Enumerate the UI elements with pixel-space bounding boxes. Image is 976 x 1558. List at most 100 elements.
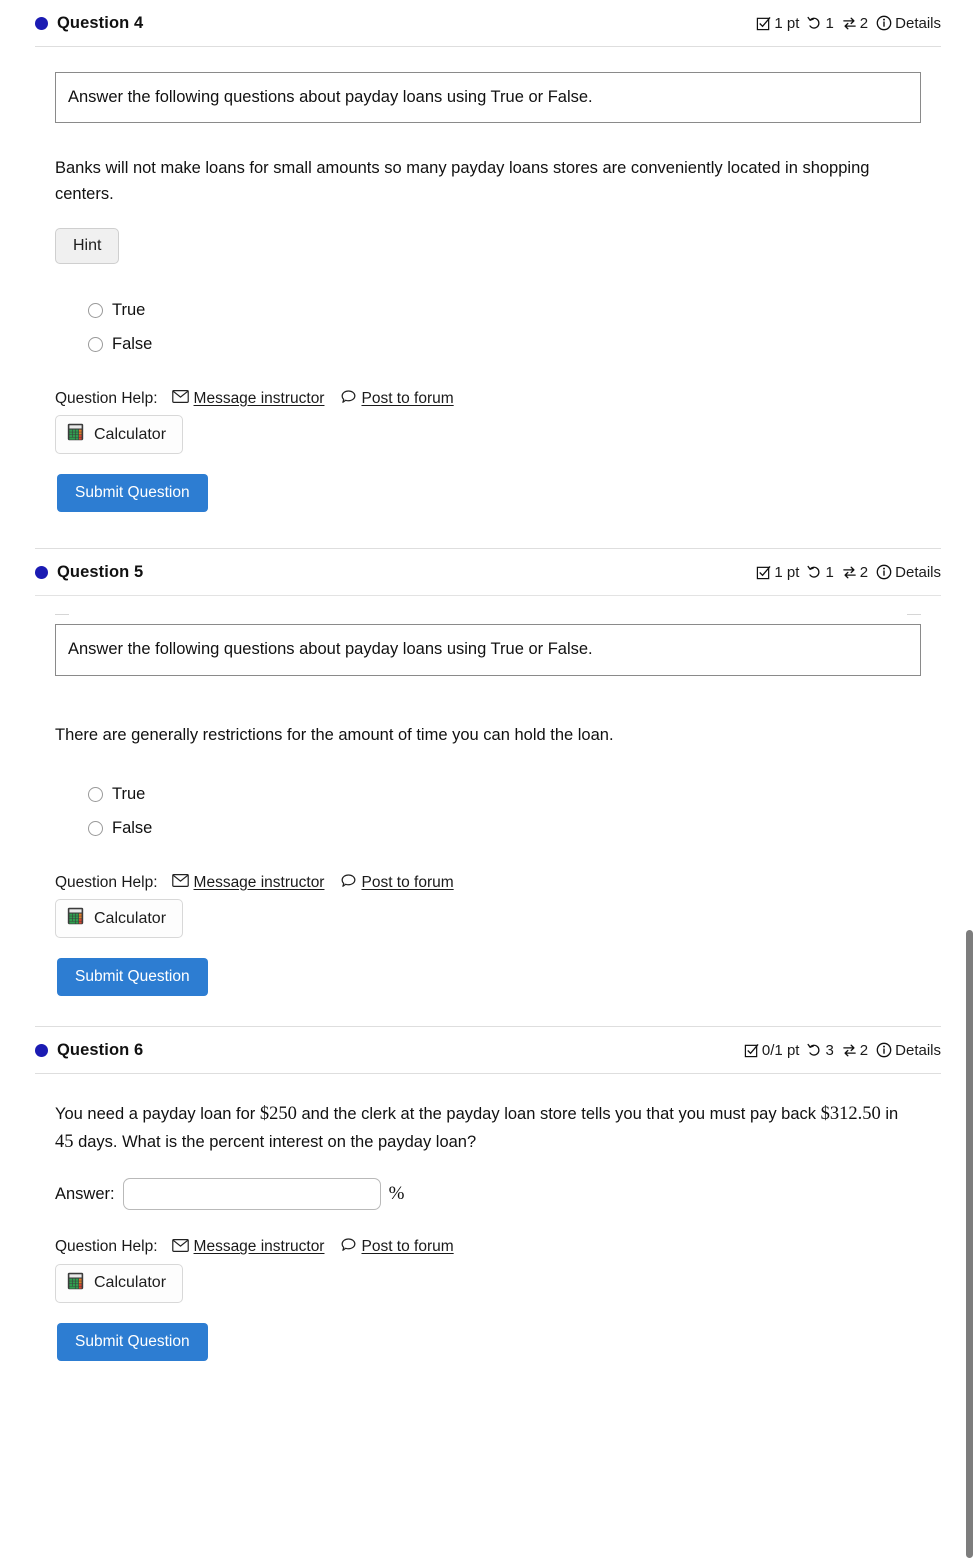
question-body-6: You need a payday loan for $250 and the … [0, 1100, 976, 1361]
post-to-forum-label: Post to forum [361, 1238, 454, 1256]
undo-arrow-icon [807, 1043, 822, 1058]
calculator-button[interactable]: Calculator [55, 899, 184, 939]
message-instructor-link[interactable]: Message instructor [171, 873, 325, 891]
choice-false[interactable]: False [88, 328, 941, 362]
calculator-icon [67, 423, 84, 446]
hint-button[interactable]: Hint [55, 227, 120, 264]
question-stem: You need a payday loan for $250 and the … [55, 1100, 915, 1156]
envelope-icon [171, 1238, 189, 1256]
message-instructor-link[interactable]: Message instructor [171, 389, 325, 407]
versions-meta: 2 [842, 1042, 868, 1059]
speech-bubble-icon [341, 1238, 356, 1256]
info-circle-icon [876, 564, 892, 580]
calculator-label: Calculator [94, 909, 167, 927]
attempts-meta: 1 [807, 563, 834, 581]
info-circle-icon [876, 1042, 892, 1058]
versions-value: 2 [859, 1041, 869, 1059]
post-to-forum-label: Post to forum [361, 873, 454, 891]
message-instructor-label: Message instructor [193, 1238, 325, 1256]
calculator-icon [67, 1272, 84, 1295]
question-body-4: Answer the following questions about pay… [0, 72, 976, 513]
details-label: Details [895, 1041, 941, 1059]
calculator-label: Calculator [94, 1274, 167, 1292]
question-help-row: Question Help: Message instructor Post t… [55, 390, 941, 408]
message-instructor-link[interactable]: Message instructor [171, 1238, 325, 1256]
points-meta: 1 pt [756, 15, 799, 32]
question-status-bullet-icon [35, 1043, 48, 1057]
answer-label: Answer: [55, 1184, 115, 1203]
percent-symbol: % [388, 1183, 405, 1205]
choice-false[interactable]: False [88, 812, 941, 846]
scrollbar-thumb[interactable] [966, 930, 973, 1558]
points-meta: 0/1 pt [744, 1042, 799, 1059]
question-title-group-4: Question 4 [35, 14, 143, 33]
math-value: $250 [259, 1104, 297, 1125]
question-meta-5: 1 pt 1 2 Details [756, 564, 941, 581]
attempts-meta: 3 [807, 1041, 834, 1059]
instruction-box: Answer the following questions about pay… [55, 624, 921, 676]
question-divider [35, 1073, 941, 1075]
question-title-group-5: Question 5 [35, 563, 143, 582]
question-title: Question 4 [57, 13, 144, 32]
math-value: 45 [55, 1132, 74, 1153]
quiz-page: Question 4 1 pt 1 2 Details Answer the f… [0, 0, 976, 1558]
stem-text: days. What is the percent interest on th… [73, 1133, 477, 1152]
question-header-4: Question 4 1 pt 1 2 Details [0, 0, 976, 46]
choice-true[interactable]: True [88, 778, 941, 812]
radio-true[interactable] [88, 303, 103, 319]
details-label: Details [895, 563, 941, 581]
radio-false[interactable] [88, 337, 103, 353]
attempts-meta: 1 [807, 14, 834, 32]
attempts-value: 1 [825, 563, 834, 581]
attempts-value: 1 [825, 14, 834, 32]
stem-text: You need a payday loan for [55, 1105, 260, 1124]
info-circle-icon [876, 15, 892, 31]
question-help-label: Question Help: [55, 1238, 158, 1256]
question-meta-6: 0/1 pt 3 2 Details [744, 1042, 941, 1059]
details-link[interactable]: Details [876, 564, 941, 581]
submit-question-button[interactable]: Submit Question [57, 958, 208, 997]
choice-true-label: True [112, 301, 146, 320]
message-instructor-label: Message instructor [193, 389, 325, 407]
answer-choices-4: True False [55, 294, 941, 362]
answer-row: Answer: % [55, 1178, 941, 1211]
question-title: Question 6 [57, 1040, 144, 1059]
post-to-forum-link[interactable]: Post to forum [341, 390, 454, 408]
check-square-icon [744, 1043, 759, 1058]
calculator-button[interactable]: Calculator [55, 415, 184, 455]
calculator-button[interactable]: Calculator [55, 1263, 184, 1303]
radio-true[interactable] [88, 787, 103, 803]
check-square-icon [756, 565, 771, 580]
message-instructor-label: Message instructor [193, 873, 325, 891]
question-header-5: Question 5 1 pt 1 2 Details [0, 549, 976, 595]
choice-true[interactable]: True [88, 294, 941, 328]
answer-input[interactable] [122, 1178, 381, 1211]
points-value: 1 pt [774, 14, 800, 32]
points-value: 1 pt [774, 563, 800, 581]
points-meta: 1 pt [756, 564, 799, 581]
swap-arrows-icon [842, 16, 857, 31]
question-help-row: Question Help: Message instructor Post t… [55, 1238, 941, 1256]
post-to-forum-link[interactable]: Post to forum [341, 873, 454, 892]
submit-question-button[interactable]: Submit Question [57, 474, 208, 513]
question-help-row: Question Help: Message instructor Post t… [55, 874, 941, 892]
stem-text: and the clerk at the payday loan store t… [296, 1105, 821, 1124]
details-label: Details [895, 14, 941, 32]
scrollbar-track[interactable] [961, 0, 976, 1558]
versions-meta: 2 [842, 564, 868, 581]
details-link[interactable]: Details [876, 15, 941, 32]
radio-false[interactable] [88, 821, 103, 837]
question-status-bullet-icon [35, 565, 48, 579]
submit-question-button[interactable]: Submit Question [57, 1322, 208, 1361]
details-link[interactable]: Details [876, 1042, 941, 1059]
question-help-label: Question Help: [55, 389, 158, 407]
attempts-value: 3 [825, 1041, 834, 1059]
post-to-forum-link[interactable]: Post to forum [341, 1238, 454, 1256]
answer-choices-5: True False [55, 778, 941, 846]
check-square-icon [756, 16, 771, 31]
versions-value: 2 [859, 563, 869, 581]
question-stem: There are generally restrictions for the… [55, 725, 614, 744]
versions-value: 2 [859, 14, 869, 32]
question-title: Question 5 [57, 562, 144, 581]
